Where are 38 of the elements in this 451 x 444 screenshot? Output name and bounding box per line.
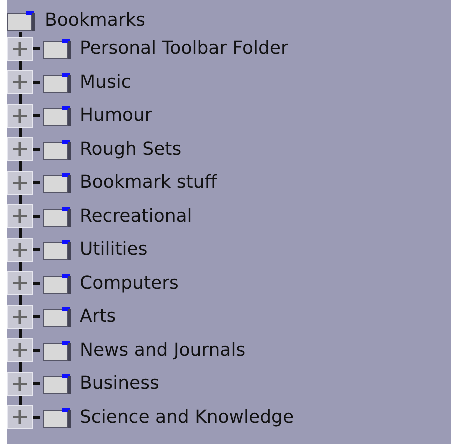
- folder-icon: [43, 406, 72, 429]
- folder-icon: [43, 70, 72, 94]
- expand-icon[interactable]: [7, 405, 33, 430]
- expand-icon[interactable]: [7, 304, 33, 329]
- folder-icon: [43, 171, 72, 194]
- tree-item-label[interactable]: Computers: [80, 272, 179, 294]
- tree-item-label[interactable]: Recreational: [80, 206, 192, 227]
- tree-item-label[interactable]: Bookmark stuff: [80, 172, 218, 194]
- expand-icon[interactable]: [7, 204, 33, 228]
- expand-icon[interactable]: [7, 70, 33, 94]
- folder-icon: [7, 8, 36, 32]
- tree-item-label[interactable]: Science and Knowledge: [80, 406, 294, 428]
- folder-icon: [43, 305, 72, 328]
- tree-item-label[interactable]: Humour: [80, 105, 152, 126]
- tree-item-label[interactable]: News and Journals: [80, 340, 246, 361]
- folder-icon: [43, 338, 72, 362]
- folder-icon: [43, 138, 72, 161]
- tree-item-label[interactable]: Personal Toolbar Folder: [80, 38, 288, 60]
- folder-icon: [43, 104, 72, 128]
- folder-icon: [43, 37, 72, 60]
- expand-icon[interactable]: [7, 170, 33, 195]
- expand-icon[interactable]: [7, 372, 33, 396]
- folder-icon: [43, 238, 72, 262]
- folder-icon: [43, 204, 72, 228]
- folder-icon: [43, 272, 72, 295]
- folder-icon: [43, 372, 72, 396]
- tree-item-label[interactable]: Rough Sets: [80, 138, 182, 160]
- expand-icon[interactable]: [7, 271, 33, 296]
- tree-item-label[interactable]: Arts: [80, 306, 116, 328]
- expand-icon[interactable]: [7, 104, 33, 128]
- expand-icon[interactable]: [7, 36, 33, 61]
- tree-item-label[interactable]: Utilities: [80, 239, 148, 260]
- expand-icon[interactable]: [7, 338, 33, 362]
- expand-icon[interactable]: [7, 137, 33, 162]
- expand-icon[interactable]: [7, 238, 33, 262]
- tree-item-label[interactable]: Business: [80, 373, 160, 394]
- tree-item-label[interactable]: Bookmarks: [45, 10, 146, 30]
- tree-item-label[interactable]: Music: [80, 72, 132, 93]
